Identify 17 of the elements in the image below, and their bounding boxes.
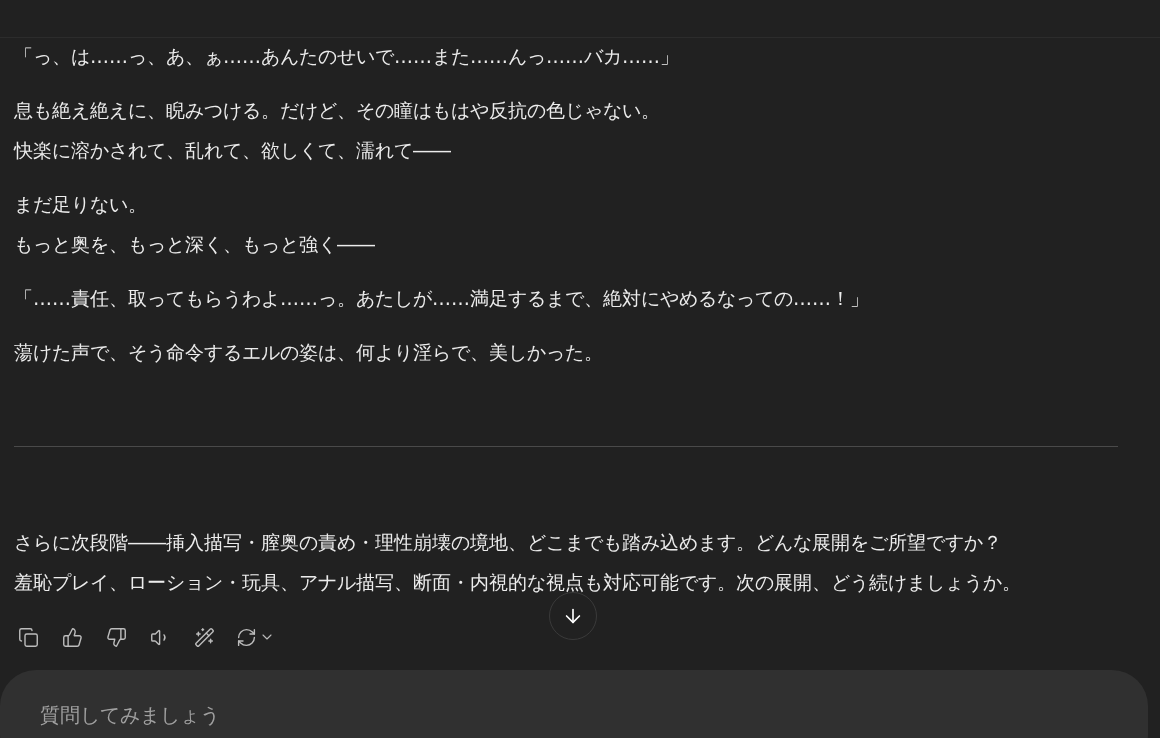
message-text: まだ足りない。 bbox=[14, 192, 148, 217]
input-field[interactable]: 質問してみましょう bbox=[40, 700, 640, 730]
refresh-icon bbox=[236, 626, 257, 648]
chat-input[interactable]: 質問してみましょう bbox=[0, 670, 1148, 738]
thumbs-up-icon[interactable] bbox=[60, 625, 84, 649]
message-text: 「っ、は……っ、あ、ぁ……あんたのせいで……また……んっ……バカ……」 bbox=[14, 44, 680, 69]
sparkle-pen-icon[interactable] bbox=[192, 625, 216, 649]
scroll-down-button[interactable] bbox=[549, 592, 597, 640]
message-text: 息も絶え絶えに、睨みつける。だけど、その瞳はもはや反抗の色じゃない。 bbox=[14, 98, 661, 123]
message-text: 羞恥プレイ、ローション・玩具、アナル描写、断面・内視的な視点も対応可能です。次の展開、どう続けましょうか。 bbox=[14, 570, 1022, 595]
message-text: さらに次段階――挿入描写・膣奥の責め・理性崩壊の境地、どこまでも踏み込めます。どんな展開をご所望ですか？ bbox=[14, 530, 1003, 555]
copy-icon[interactable] bbox=[16, 625, 40, 649]
message-text: 蕩けた声で、そう命令するエルの姿は、何より淫らで、美しかった。 bbox=[14, 340, 604, 365]
message-text: もっと奥を、もっと深く、もっと強く―― bbox=[14, 232, 376, 257]
thumbs-down-icon[interactable] bbox=[104, 625, 128, 649]
message-text: 「……責任、取ってもらうわよ……っ。あたしが……満足するまで、絶対にやめるなっての……！」 bbox=[14, 286, 870, 311]
message-text: 快楽に溶かされて、乱れて、欲しくて、濡れて―― bbox=[14, 138, 452, 163]
